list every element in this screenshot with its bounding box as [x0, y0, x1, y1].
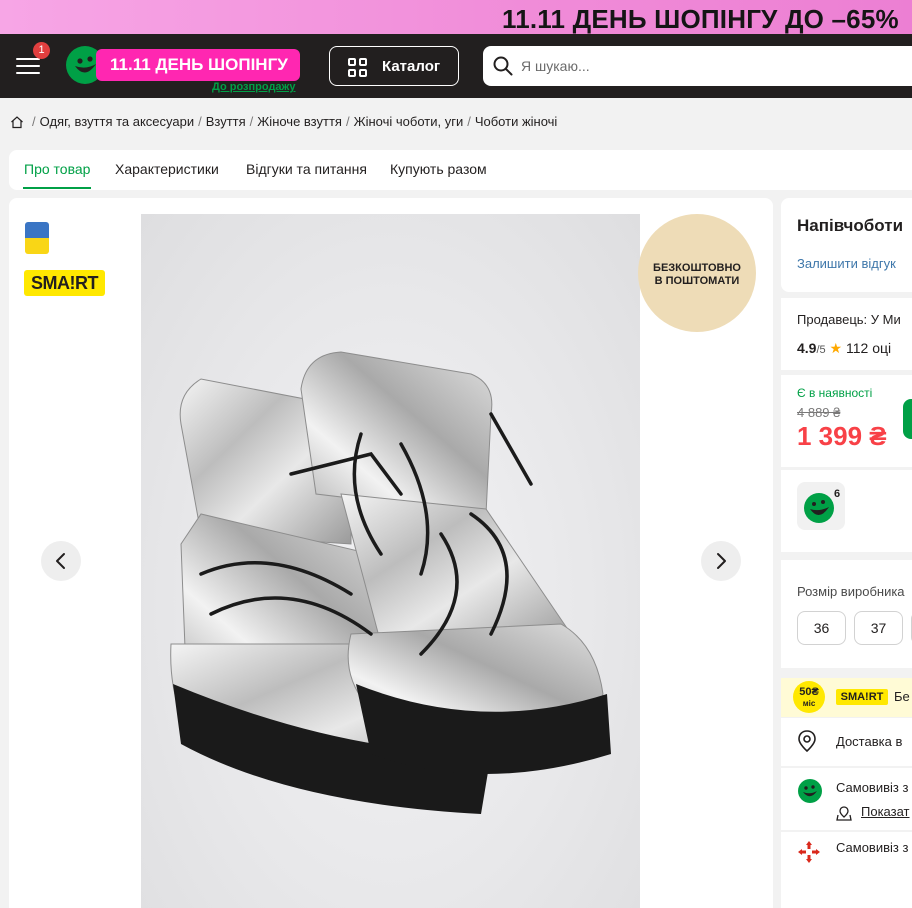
- size-option[interactable]: 37: [854, 611, 903, 645]
- catalog-button[interactable]: Каталог: [329, 46, 459, 86]
- seller-reviews-count[interactable]: 112 оці: [846, 340, 891, 356]
- site-header: 1 11.11 ДЕНЬ ШОПІНГУ До розпродажу Катал…: [0, 34, 912, 98]
- loyalty-card: 6: [781, 470, 912, 552]
- smart-badge: SMA!RT: [24, 270, 105, 296]
- pickup-rozetka-row[interactable]: Самовивіз з Показат: [781, 768, 912, 830]
- seller-card: Продавець: У Ми 4.9/5 ★ 112 оці: [781, 298, 912, 370]
- tab-characteristics[interactable]: Характеристики: [115, 161, 219, 177]
- breadcrumb: / Одяг, взуття та аксесуари / Взуття / Ж…: [10, 114, 557, 129]
- coin-unit: міс: [802, 699, 816, 708]
- breadcrumb-separator: /: [249, 114, 254, 129]
- current-price: 1 399 ₴: [797, 421, 887, 451]
- catalog-grid-icon: [348, 58, 368, 78]
- ukraine-flag-icon: [25, 222, 49, 254]
- promo-banner[interactable]: 11.11 ДЕНЬ ШОПІНГУ ДО –65%: [0, 0, 912, 34]
- tab-bought-together[interactable]: Купують разом: [390, 161, 487, 177]
- product-tabs: Про товар Характеристики Відгуки та пита…: [9, 150, 912, 190]
- search-box: [483, 46, 912, 86]
- breadcrumb-separator: /: [198, 114, 202, 129]
- stock-status: Є в наявності: [797, 386, 873, 400]
- seller-rating-max: /5: [816, 344, 826, 356]
- smart-logo: SMA!RT: [836, 689, 888, 705]
- tab-reviews[interactable]: Відгуки та питання: [246, 161, 367, 177]
- seller-name[interactable]: Продавець: У Ми: [797, 312, 901, 327]
- breadcrumb-item[interactable]: Жіночі чоботи, уги: [354, 114, 464, 129]
- delivery-city-text: Доставка в: [836, 734, 903, 749]
- size-card: Розмір виробника 36 37: [781, 560, 912, 668]
- sale-link[interactable]: До розпродажу: [212, 81, 295, 93]
- rozetka-store-icon: [798, 779, 822, 803]
- breadcrumb-item[interactable]: Одяг, взуття та аксесуари: [40, 114, 194, 129]
- smart-coin-icon: 50₴ міс: [793, 681, 825, 713]
- pickup-rozetka-text: Самовивіз з: [836, 780, 909, 795]
- free-badge-line1: БЕЗКОШТОВНО: [653, 262, 741, 274]
- pickup-novaposhta-row[interactable]: Самовивіз з: [781, 832, 912, 908]
- buy-button[interactable]: [903, 399, 912, 439]
- menu-button[interactable]: [16, 56, 42, 76]
- loyalty-count: 6: [834, 488, 840, 500]
- pickup-novaposhta-text: Самовивіз з: [836, 840, 909, 855]
- leave-review-link[interactable]: Залишити відгук: [797, 256, 896, 271]
- free-delivery-badge: БЕЗКОШТОВНО В ПОШТОМАТИ: [638, 214, 756, 332]
- nova-poshta-icon: [798, 841, 820, 863]
- breadcrumb-item[interactable]: Чоботи жіночі: [475, 114, 557, 129]
- search-input[interactable]: [521, 54, 901, 78]
- star-icon: ★: [829, 340, 843, 356]
- size-label: Розмір виробника: [797, 584, 905, 599]
- old-price: 4 889 ₴: [797, 405, 841, 420]
- breadcrumb-separator: /: [345, 114, 350, 129]
- breadcrumb-separator: /: [467, 114, 471, 129]
- location-pin-icon: [798, 730, 816, 752]
- smart-promo-row[interactable]: 50₴ міс SMA!RT Бе: [781, 678, 912, 717]
- home-icon[interactable]: [10, 115, 24, 129]
- coin-value: 50₴: [799, 686, 819, 698]
- rozetka-smile-icon: 6: [804, 488, 840, 523]
- smart-text: Бе: [894, 689, 910, 704]
- breadcrumb-item[interactable]: Взуття: [206, 114, 246, 129]
- free-badge-line2: В ПОШТОМАТИ: [654, 275, 740, 287]
- breadcrumb-separator: /: [32, 114, 36, 129]
- product-gallery: SMA!RT БЕЗКОШТОВНО В ПОШТОМАТИ: [9, 198, 773, 908]
- show-on-map-link[interactable]: Показат: [861, 804, 910, 819]
- menu-notification-badge: 1: [33, 42, 50, 59]
- delivery-city-row[interactable]: Доставка в: [781, 718, 912, 766]
- chevron-right-icon: [717, 553, 726, 569]
- active-tab-indicator: [23, 187, 91, 189]
- catalog-label: Каталог: [382, 58, 441, 75]
- promo-logo-label[interactable]: 11.11 ДЕНЬ ШОПІНГУ: [96, 49, 300, 81]
- search-icon[interactable]: [493, 56, 513, 76]
- product-title: Напівчоботи: [797, 216, 904, 235]
- next-image-button[interactable]: [701, 541, 741, 581]
- chevron-left-icon: [56, 553, 65, 569]
- map-icon: [836, 806, 852, 821]
- price-card: Є в наявності 4 889 ₴ 1 399 ₴: [781, 375, 912, 467]
- promo-text: 11.11 ДЕНЬ ШОПІНГУ ДО –65%: [502, 4, 899, 34]
- product-photo[interactable]: [141, 214, 640, 908]
- loyalty-bonus[interactable]: 6: [797, 482, 845, 530]
- seller-rating-value: 4.9: [797, 340, 817, 356]
- breadcrumb-item[interactable]: Жіноче взуття: [257, 114, 342, 129]
- tab-about[interactable]: Про товар: [24, 161, 90, 177]
- prev-image-button[interactable]: [41, 541, 81, 581]
- size-option[interactable]: 36: [797, 611, 846, 645]
- seller-rating: 4.9/5 ★ 112 оці: [797, 340, 891, 357]
- product-title-card: Напівчоботи Залишити відгук: [781, 198, 912, 292]
